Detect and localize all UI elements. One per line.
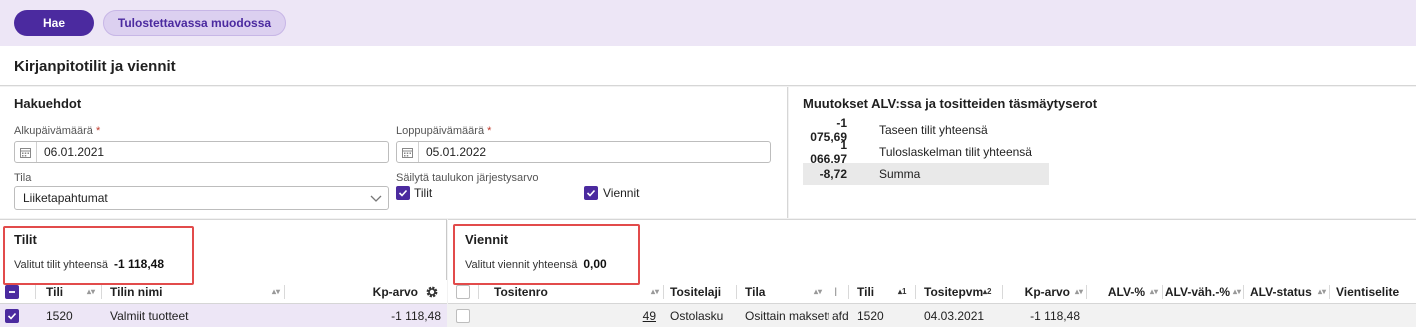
cell-kp-arvo: -1 118,48 [1030,309,1080,323]
cell-kp-arvo: -1 118,48 [391,309,441,323]
end-date-value: 05.01.2022 [426,145,487,159]
col-header-tila[interactable]: Tila [745,280,785,304]
entries-panel: Viennit Valitut viennit yhteensä 0,00 To… [448,219,1416,327]
income-accounts-value: 1 066,97 [810,138,847,166]
highlight-box [453,224,640,285]
page-header: Kirjanpitotilit ja viennit [0,46,1416,86]
sum-value: -8,72 [819,167,847,181]
keep-order-tilit-checkbox[interactable] [396,186,410,200]
top-toolbar: Hae Tulostettavassa muodossa [0,0,1416,46]
keep-order-viennit-label: Viennit [603,186,640,200]
cell-tili: 1520 [857,309,884,323]
start-date-value: 06.01.2021 [44,145,105,159]
sum-label: Summa [879,167,921,181]
cell-tili: 1520 [46,309,73,323]
col-header-tositelaji[interactable]: Tositelaji [670,280,730,304]
cell-i: afd [832,309,849,323]
print-view-button[interactable]: Tulostettavassa muodossa [103,10,286,36]
state-select-value: Liiketapahtumat [23,191,108,205]
row-checkbox[interactable] [456,309,470,323]
sort-icon[interactable]: ▴▾ [1075,287,1083,296]
col-header-alv-vah[interactable]: ALV-väh.-% [1164,280,1230,304]
chevron-down-icon [370,192,382,207]
col-header-alv[interactable]: ALV-% [1093,280,1145,304]
sort-asc-icon[interactable]: ▴2 [983,287,991,296]
start-date-field[interactable]: 06.01.2021 [14,141,389,163]
voucher-link[interactable]: 49 [643,309,656,323]
col-header-i[interactable]: I [834,280,840,304]
keep-order-viennit-checkbox[interactable] [584,186,598,200]
state-select[interactable]: Liiketapahtumat [14,186,389,210]
sort-icon[interactable]: ▴▾ [651,287,659,296]
sort-icon[interactable]: ▴▾ [87,287,95,296]
search-button[interactable]: Hae [14,10,94,36]
highlight-box [3,226,194,285]
changes-panel: Muutokset ALV:ssa ja tositteiden täsmäyt… [789,87,1416,218]
table-row[interactable]: 1520 Valmiit tuotteet -1 118,48 [0,304,447,327]
col-header-tositepvm[interactable]: Tositepvm [924,280,986,304]
balance-accounts-label: Taseen tilit yhteensä [879,123,988,137]
col-header-alv-status[interactable]: ALV-status [1250,280,1316,304]
accounts-panel: Tilit Valitut tilit yhteensä -1 118,48 T… [0,219,447,327]
col-header-kp-arvo[interactable]: Kp-arvo [355,280,418,304]
sort-icon[interactable]: ▴▾ [272,287,280,296]
calendar-icon[interactable] [15,142,37,162]
end-date-field[interactable]: 05.01.2022 [396,141,771,163]
table-row[interactable]: 49 Ostolasku Osittain maksettu afd 1520 … [448,304,1416,327]
sort-asc-icon[interactable]: ▴1 [898,287,906,296]
income-accounts-row: 1 066,97 Tuloslaskelman tilit yhteensä [803,138,1049,166]
changes-title: Muutokset ALV:ssa ja tositteiden täsmäyt… [803,96,1098,111]
search-criteria-panel: Hakuehdot Alkupäivämäärä * 06.01.2021 Lo… [0,87,788,218]
sum-row: -8,72 Summa [803,163,1049,185]
sort-icon[interactable]: ▴▾ [814,287,822,296]
sort-icon[interactable]: ▴▾ [1233,287,1241,296]
col-header-vientiselite[interactable]: Vientiselite [1336,280,1414,304]
calendar-icon[interactable] [397,142,419,162]
keep-order-tilit-label: Tilit [414,186,433,200]
sort-icon[interactable]: ▴▾ [1150,287,1158,296]
keep-order-label: Säilytä taulukon järjestysarvo [396,172,539,184]
cell-tila: Osittain maksettu [745,309,829,323]
page-title: Kirjanpitotilit ja viennit [14,58,176,75]
row-checkbox[interactable] [5,309,19,323]
sort-icon[interactable]: ▴▾ [1318,287,1326,296]
end-date-label: Loppupäivämäärä * [396,125,492,137]
start-date-label: Alkupäivämäärä * [14,125,101,137]
cell-tilin-nimi: Valmiit tuotteet [110,309,189,323]
col-header-tili[interactable]: Tili [857,280,887,304]
cell-tositepvm: 04.03.2021 [924,309,985,323]
col-header-kp-arvo[interactable]: Kp-arvo [1008,280,1070,304]
income-accounts-label: Tuloslaskelman tilit yhteensä [879,145,1032,159]
select-all-entries-checkbox[interactable] [456,285,470,299]
search-criteria-title: Hakuehdot [14,96,82,111]
cell-tositelaji: Ostolasku [670,309,724,323]
cell-tositenro[interactable]: 49 [598,304,656,327]
select-all-accounts-checkbox[interactable] [5,285,19,299]
state-label: Tila [14,172,32,184]
gear-icon[interactable] [425,285,439,302]
